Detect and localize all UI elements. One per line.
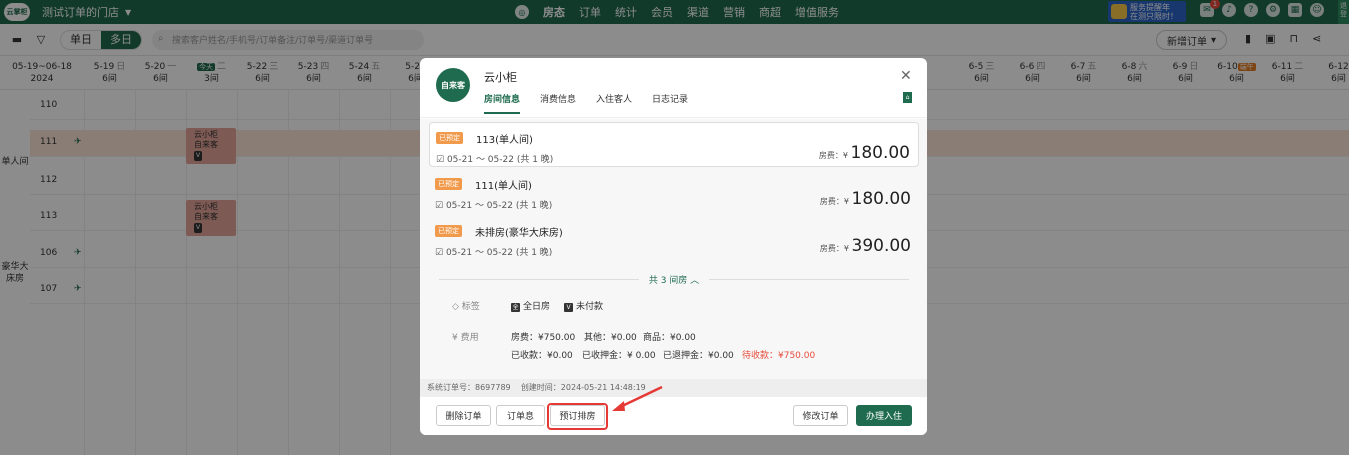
close-icon[interactable]: ✕ <box>900 68 912 84</box>
calendar-icon: ☑ <box>436 155 447 165</box>
currency-icon: ¥ <box>452 333 461 343</box>
fee-pending: 待收款：¥750.00 <box>742 351 816 361</box>
avatar: 自来客 <box>436 68 470 102</box>
tags-section: ◇ 标签 <box>452 302 480 312</box>
status-badge: 已预定 <box>435 178 462 190</box>
fee-goods: 商品：¥0.00 <box>643 333 696 343</box>
tab-consumption[interactable]: 消费信息 <box>540 92 576 114</box>
tab-guests[interactable]: 入住客人 <box>596 92 632 114</box>
fee-section-label: ¥ 费用 <box>452 333 479 343</box>
fee-received: 已收款：¥0.00 <box>511 351 573 361</box>
delete-order-button[interactable]: 删除订单 <box>436 405 491 426</box>
room-dates: ☑ 05-21 ～ 05-22 (共 1 晚) <box>435 248 553 258</box>
guest-name: 云小柜 <box>484 71 517 84</box>
room-card[interactable]: 已预定 111(单人间) ☑ 05-21 ～ 05-22 (共 1 晚) 房费：… <box>429 169 919 214</box>
tab-logs[interactable]: 日志记录 <box>652 92 688 114</box>
order-detail-modal: 自来客 云小柜 房间信息 消费信息 入住客人 日志记录 ✕ ⌂ 已预定 113(… <box>420 58 927 435</box>
check-in-button[interactable]: 办理入住 <box>856 405 912 426</box>
room-name: 111(单人间) <box>475 181 532 192</box>
room-fee: 房费：¥ 180.00 <box>818 143 910 163</box>
tag-all-day: 全全日房 <box>511 302 551 312</box>
room-count-toggle[interactable]: 共 3 间房 ︿ <box>429 273 919 286</box>
edit-order-button[interactable]: 修改订单 <box>793 405 848 426</box>
room-name: 未排房(豪华大床房) <box>475 228 563 239</box>
tag-icon: ◇ <box>452 302 462 312</box>
calendar-icon: ☑ <box>435 201 446 211</box>
all-day-icon: 全 <box>511 303 520 312</box>
status-badge: 已预定 <box>435 225 462 237</box>
modal-body: 已预定 113(单人间) ☑ 05-21 ～ 05-22 (共 1 晚) 房费：… <box>420 119 927 379</box>
room-dates: ☑ 05-21 ～ 05-22 (共 1 晚) <box>436 155 554 165</box>
room-fee: 房费：¥ 180.00 <box>819 189 911 209</box>
order-number: 系统订单号：8697789 <box>427 383 511 392</box>
annotation-arrow-icon <box>612 385 663 411</box>
modal-tabs: 房间信息 消费信息 入住客人 日志记录 <box>484 92 688 114</box>
highlight-box <box>547 403 608 430</box>
vip-icon: V <box>564 303 573 312</box>
room-card[interactable]: 已预定 113(单人间) ☑ 05-21 ～ 05-22 (共 1 晚) 房费：… <box>429 122 919 167</box>
order-meta: 系统订单号：8697789 创建时间：2024-05-21 14:48:19 <box>420 379 927 397</box>
tag-unpaid: V 未付款 <box>564 299 603 312</box>
room-dates: ☑ 05-21 ～ 05-22 (共 1 晚) <box>435 201 553 211</box>
order-slip-button[interactable]: 订单息 <box>496 405 545 426</box>
room-name: 113(单人间) <box>476 135 533 146</box>
status-badge: 已预定 <box>436 132 463 144</box>
bookmark-icon[interactable]: ⌂ <box>903 92 912 103</box>
fee-deposit: 已收押金：¥ 0.00 <box>582 351 656 361</box>
fee-other: 其他：¥0.00 <box>584 333 637 343</box>
room-card[interactable]: 已预定 未排房(豪华大床房) ☑ 05-21 ～ 05-22 (共 1 晚) 房… <box>429 216 919 261</box>
room-fee: 房费：¥ 390.00 <box>819 236 911 256</box>
modal-header: 自来客 云小柜 房间信息 消费信息 入住客人 日志记录 ✕ ⌂ <box>420 58 927 118</box>
modal-footer: 删除订单 订单息 预订排房 修改订单 办理入住 <box>420 397 927 435</box>
calendar-icon: ☑ <box>435 248 446 258</box>
fee-room: 房费：¥750.00 <box>511 333 576 343</box>
fee-refunded: 已退押金：¥0.00 <box>663 351 734 361</box>
tab-room-info[interactable]: 房间信息 <box>484 92 521 114</box>
